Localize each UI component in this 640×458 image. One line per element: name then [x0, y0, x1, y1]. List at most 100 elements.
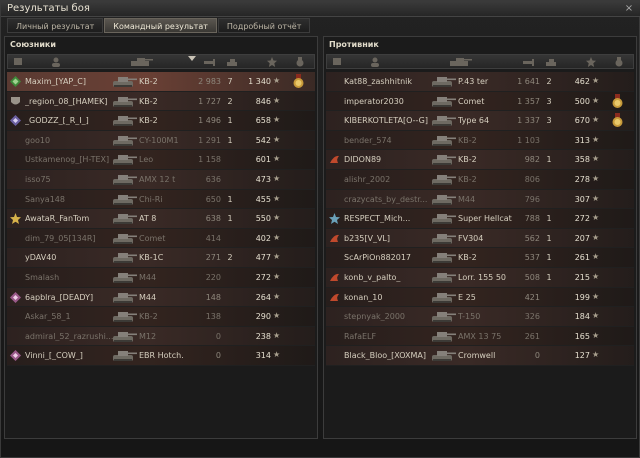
achievements-icon[interactable]: [613, 57, 625, 67]
table-row[interactable]: dim_79_05[134R] Comet 414 402 ★: [7, 228, 315, 249]
star-icon: ★: [273, 213, 281, 223]
tank-image-icon: [111, 329, 137, 344]
tank-icon[interactable]: [126, 57, 156, 67]
table-row[interactable]: goo10 CY-100M1 1 291 1 542 ★: [7, 130, 315, 151]
tank-image-icon: [430, 348, 456, 363]
star-icon: ★: [592, 291, 600, 301]
enemies-panel: Противник Kat88_zashhitnik P.43 ter 1 64…: [323, 36, 637, 439]
table-row[interactable]: alishr_2002 KB-2 806 278 ★: [326, 169, 634, 190]
damage-value: 138: [205, 312, 221, 322]
table-row[interactable]: Vinni_[_COW_] EBR Hotch. 0 314 ★: [7, 346, 315, 366]
table-row[interactable]: Black_Bloo_[XOXMA] Cromwell 0 127 ★: [326, 346, 634, 366]
xp-value: 272: [255, 272, 271, 282]
xp-value: 165: [574, 331, 590, 341]
table-row[interactable]: yDAV40 KB-1C 271 2 477 ★: [7, 248, 315, 268]
xp-value: 402: [255, 233, 271, 243]
table-row[interactable]: 6apblra_[DEADY] M44 148 264 ★: [7, 287, 315, 308]
tank-image-icon: [430, 74, 456, 89]
table-row[interactable]: AwataR_FanTom AT 8 638 1 550 ★: [7, 209, 315, 229]
close-button[interactable]: ×: [623, 3, 635, 14]
tank-image-icon: [111, 309, 137, 324]
xp-icon[interactable]: [266, 57, 278, 67]
tab-personal-result[interactable]: Личный результат: [7, 18, 104, 33]
xp-icon[interactable]: [585, 57, 597, 67]
allies-column-header: [7, 54, 315, 69]
player-icon[interactable]: [369, 57, 381, 67]
kills-icon[interactable]: [224, 57, 240, 67]
medal-icon[interactable]: [610, 113, 625, 128]
allies-panel: Союзники Maxim_[YAP_C] KB-2 2 983 7 1 34…: [4, 36, 318, 439]
table-row[interactable]: ScArPiOn882017 KB-2 537 1 261 ★: [326, 248, 634, 268]
table-row[interactable]: crazycats_by_destr... M44 796 307 ★: [326, 189, 634, 210]
allies-list: Maxim_[YAP_C] KB-2 2 983 7 1 340 ★ _region_08_…: [7, 72, 315, 366]
damage-value: 261: [524, 331, 540, 341]
star-icon: ★: [592, 311, 600, 321]
xp-value: 358: [574, 155, 590, 165]
damage-value: 2 983: [198, 77, 221, 86]
damage-icon[interactable]: [202, 57, 218, 67]
kills-icon[interactable]: [543, 57, 559, 67]
damage-value: 806: [524, 174, 540, 184]
table-row[interactable]: admiral_52_razrushi... M12 0 238 ★: [7, 326, 315, 347]
kills-value: 3: [546, 116, 552, 126]
tank-icon[interactable]: [445, 57, 475, 67]
tank-image-icon: [111, 172, 137, 187]
xp-value: 658: [255, 116, 271, 126]
table-row[interactable]: b235[V_VL] FV304 562 1 207 ★: [326, 228, 634, 249]
tab-detailed-report[interactable]: Подробный отчёт: [217, 18, 311, 33]
achievements-icon[interactable]: [294, 57, 306, 67]
enemies-title: Противник: [329, 40, 379, 49]
damage-value: 220: [205, 272, 221, 282]
xp-value: 455: [255, 194, 271, 204]
tank-image-icon: [111, 94, 137, 109]
tank-image-icon: [111, 231, 137, 246]
table-row[interactable]: Smalash M44 220 272 ★: [7, 267, 315, 288]
clan-emblem-icon: [329, 213, 340, 225]
platoon-icon[interactable]: [331, 57, 343, 67]
table-row[interactable]: _GODZZ_[_R_I_] KB-2 1 496 1 658 ★: [7, 111, 315, 131]
table-row[interactable]: RafaELF AMX 13 75 261 165 ★: [326, 326, 634, 347]
kills-value: 7: [227, 77, 233, 86]
star-icon: ★: [273, 330, 281, 340]
damage-value: 796: [524, 194, 540, 204]
kills-value: 1: [546, 272, 552, 282]
kills-value: 1: [227, 116, 233, 126]
star-icon: ★: [592, 115, 600, 125]
table-row[interactable]: imperator2030 Comet 1 357 3 500 ★: [326, 91, 634, 112]
platoon-icon[interactable]: [12, 57, 24, 67]
tab-team-result[interactable]: Командный результат: [104, 18, 217, 33]
tank-image-icon: [430, 113, 456, 128]
medal-icon[interactable]: [610, 93, 625, 109]
medal-icon[interactable]: [291, 74, 306, 89]
table-row[interactable]: konb_v_palto_ Lorr. 155 50 508 1 215 ★: [326, 267, 634, 288]
table-row[interactable]: KIBERKOTLETA[O--G] Type 64 1 337 3 670 ★: [326, 111, 634, 131]
table-row[interactable]: DIDON89 KB-2 982 1 358 ★: [326, 150, 634, 170]
xp-value: 473: [255, 174, 271, 184]
table-row[interactable]: Askar_58_1 KB-2 138 290 ★: [7, 307, 315, 327]
damage-value: 562: [524, 233, 540, 243]
table-row[interactable]: isso75 AMX 12 t 636 473 ★: [7, 169, 315, 190]
table-row[interactable]: _region_08_[HAMEK] KB-2 1 727 2 846 ★: [7, 91, 315, 112]
table-row[interactable]: Sanya148 Chi-Ri 650 1 455 ★: [7, 189, 315, 210]
tank-image-icon: [430, 270, 456, 285]
table-row[interactable]: konan_10 E 25 421 199 ★: [326, 287, 634, 308]
player-icon[interactable]: [50, 57, 62, 67]
table-row[interactable]: stepnyak_2000 T-150 326 184 ★: [326, 307, 634, 327]
star-icon: ★: [273, 134, 281, 144]
star-icon: ★: [592, 350, 600, 360]
damage-value: 0: [534, 351, 540, 361]
kills-value: 2: [227, 253, 233, 263]
star-icon: ★: [592, 330, 600, 340]
table-row[interactable]: RESPECT_Mich... Super Hellcat 788 1 272 ★: [326, 209, 634, 229]
star-icon: ★: [273, 271, 281, 281]
sort-arrow-icon[interactable]: [187, 55, 197, 65]
xp-value: 601: [255, 155, 271, 165]
battle-results-window: Результаты боя × Личный результат Команд…: [0, 0, 640, 458]
table-row[interactable]: Maxim_[YAP_C] KB-2 2 983 7 1 340 ★: [7, 72, 315, 92]
table-row[interactable]: Ustkamenog_[H-TEX] Leo 1 158 601 ★: [7, 150, 315, 170]
kills-value: 1: [227, 214, 233, 224]
clan-emblem-icon: [329, 233, 340, 244]
table-row[interactable]: Kat88_zashhitnik P.43 ter 1 641 2 462 ★: [326, 72, 634, 92]
damage-icon[interactable]: [521, 57, 537, 67]
table-row[interactable]: bender_574 KB-2 1 103 313 ★: [326, 130, 634, 151]
